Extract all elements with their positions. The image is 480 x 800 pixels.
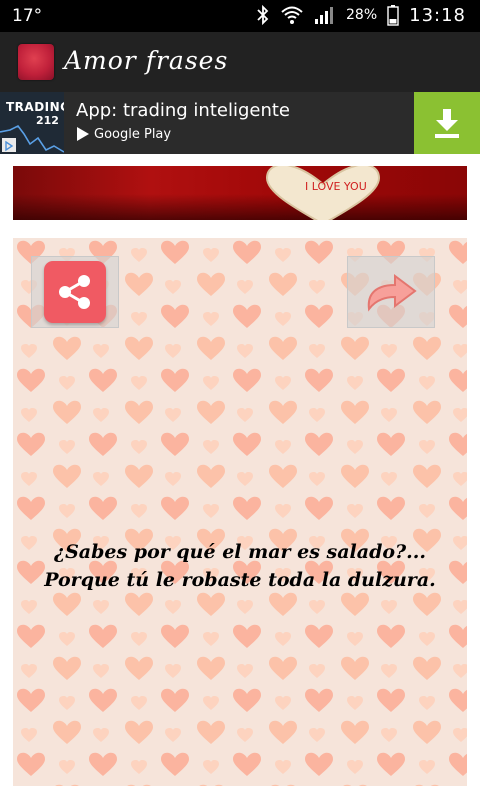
battery-percent: 28%	[346, 7, 378, 23]
ad-store: Google Play	[76, 126, 171, 142]
action-bar: Amor frases	[0, 32, 480, 92]
ad-store-label: Google Play	[94, 126, 172, 142]
signal-icon	[314, 5, 336, 25]
ad-banner[interactable]: TRADING 212 App: trading inteligente Goo…	[0, 92, 480, 154]
clock: 13:18	[409, 4, 466, 26]
bluetooth-icon	[256, 4, 270, 26]
ad-choices-icon[interactable]	[2, 138, 16, 152]
battery-icon	[387, 4, 399, 26]
wifi-icon	[280, 5, 304, 25]
candy-heart-photo: I LOVE YOU	[265, 166, 381, 220]
app-title: Amor frases	[64, 46, 229, 75]
download-button[interactable]	[414, 92, 480, 154]
phrase-line-2: Porque tú le robaste toda la dulzura.	[44, 569, 436, 591]
app-heart-icon[interactable]	[18, 44, 54, 80]
share-button[interactable]	[31, 256, 119, 328]
ad-logo-line1: TRADING	[6, 100, 64, 114]
header-image: I LOVE YOU	[13, 166, 467, 220]
ad-title[interactable]: App: trading inteligente	[76, 100, 290, 121]
forward-arrow-icon	[361, 267, 421, 317]
status-icons: 28% 13:18	[256, 4, 466, 26]
status-bar: 17° 28% 13:18	[0, 0, 480, 32]
phrase-line-1: ¿Sabes por qué el mar es salado?...	[53, 541, 427, 563]
next-phrase-button[interactable]	[347, 256, 435, 328]
phrase-text: ¿Sabes por qué el mar es salado?... Porq…	[23, 538, 457, 594]
share-icon	[44, 261, 106, 323]
download-icon	[432, 107, 462, 139]
temperature-text: 17°	[12, 6, 43, 26]
google-play-icon	[76, 126, 90, 142]
phrase-card: ¿Sabes por qué el mar es salado?... Porq…	[13, 238, 467, 786]
candy-heart-caption: I LOVE YOU	[305, 180, 367, 193]
header-shadow	[13, 194, 467, 220]
